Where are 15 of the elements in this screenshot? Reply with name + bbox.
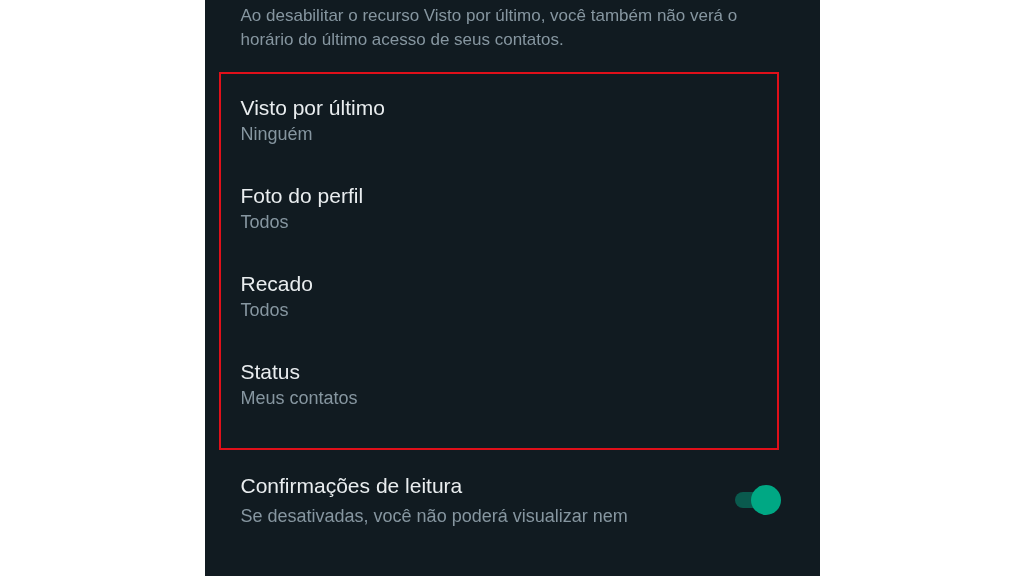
- privacy-setting-item[interactable]: Foto do perfil Todos: [220, 172, 777, 260]
- privacy-setting-item[interactable]: Visto por último Ninguém: [220, 84, 777, 172]
- setting-value: Meus contatos: [240, 387, 358, 410]
- setting-title: Recado: [240, 271, 313, 297]
- setting-title: Foto do perfil: [240, 183, 364, 209]
- setting-value: Todos: [240, 299, 289, 322]
- setting-value: Ninguém: [240, 123, 313, 146]
- privacy-setting-item[interactable]: Status Meus contatos: [220, 348, 777, 436]
- privacy-setting-item[interactable]: Recado Todos: [220, 260, 777, 348]
- read-receipts-title: Confirmações de leitura: [240, 473, 464, 499]
- setting-title: Status: [240, 359, 301, 385]
- setting-value: Todos: [240, 211, 289, 234]
- read-receipts-description: Se desativadas, você não poderá visualizar nem: [240, 505, 628, 528]
- last-seen-description: Ao desabilitar o recurso Visto por último, você também não verá o horário do último acesso de seus contatos.: [240, 5, 739, 51]
- setting-title: Visto por último: [240, 95, 385, 121]
